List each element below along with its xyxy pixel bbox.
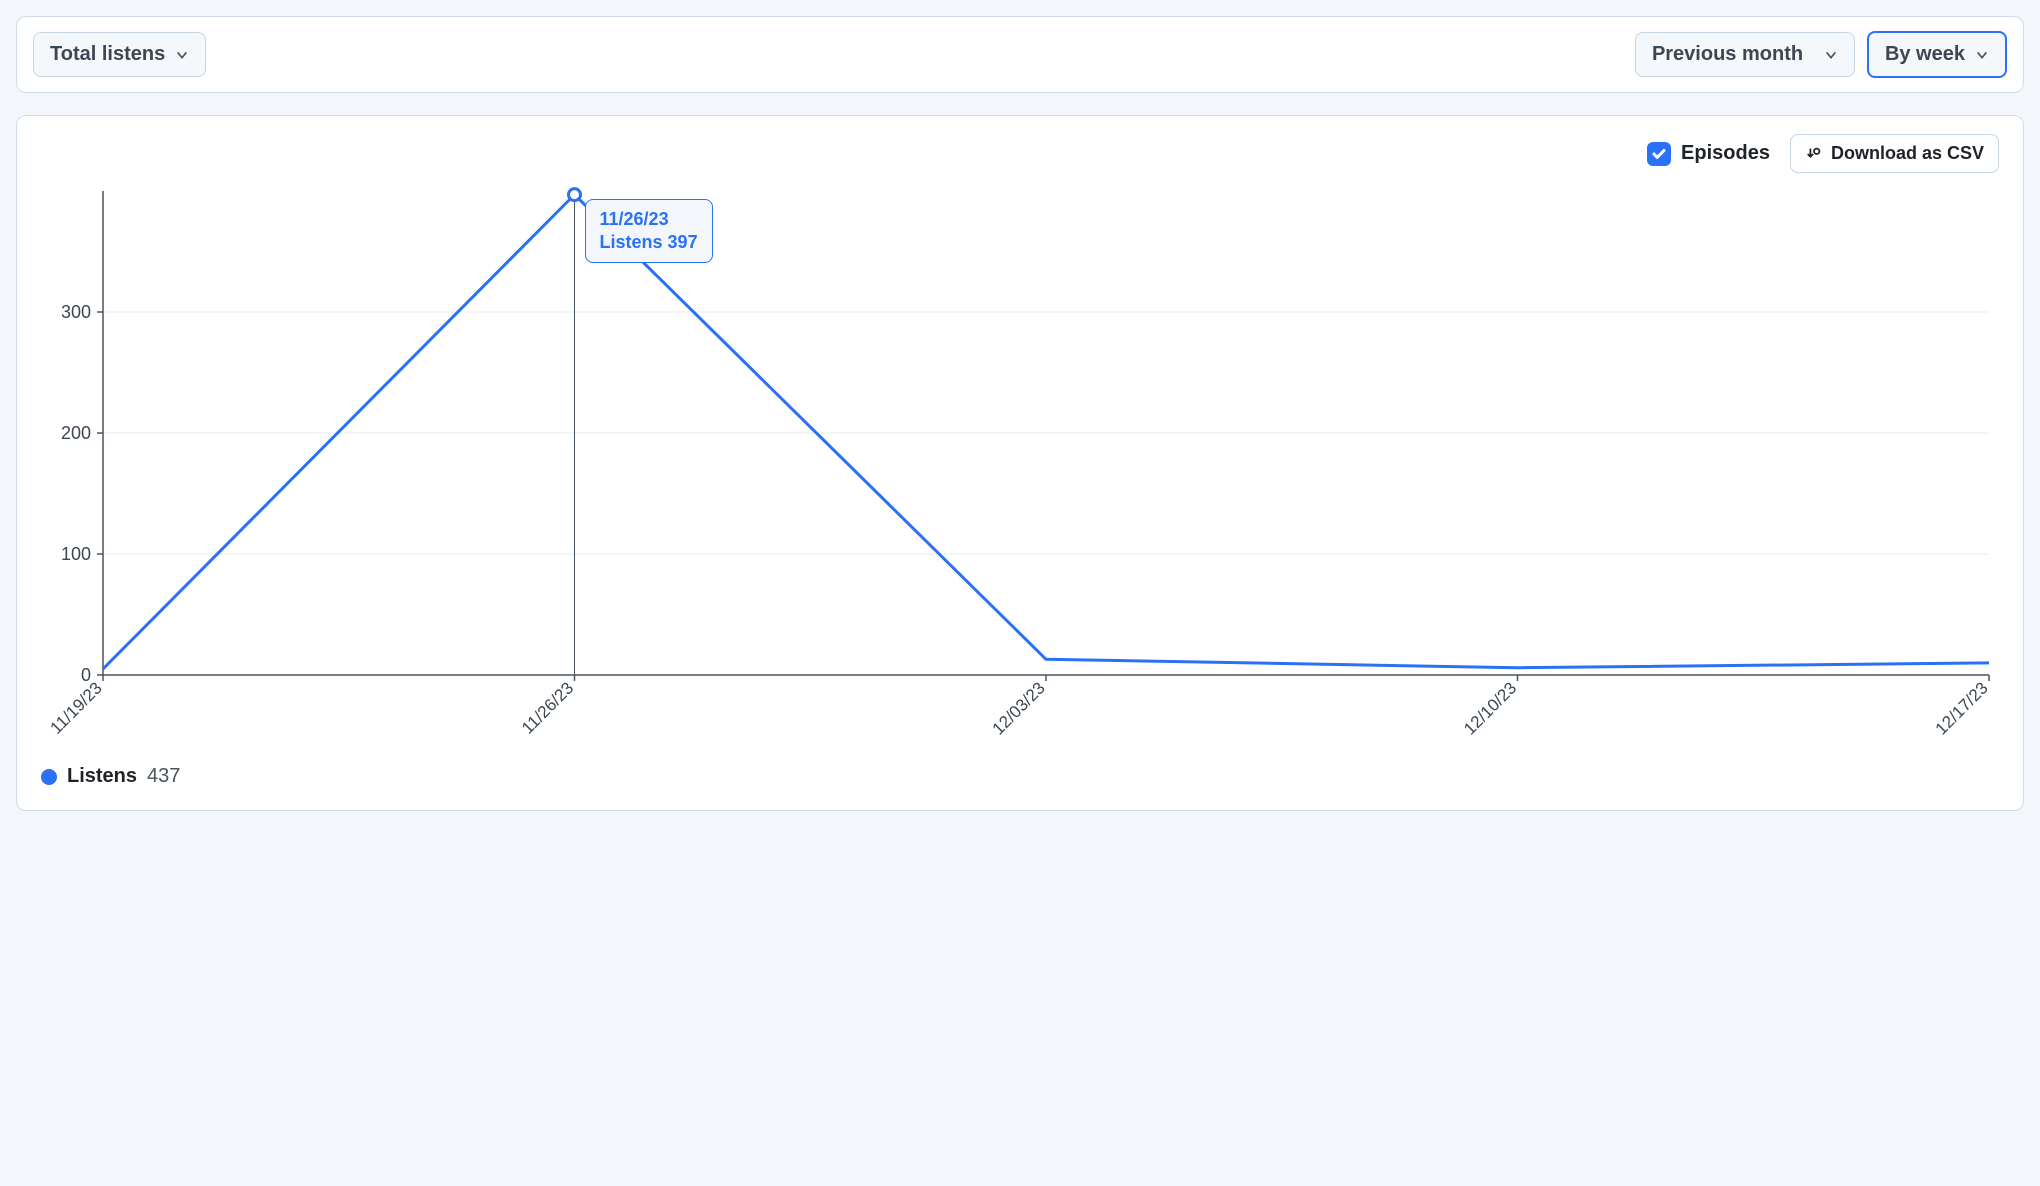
download-csv-button[interactable]: Download as CSV: [1790, 134, 1999, 173]
date-range-select[interactable]: Previous month: [1635, 32, 1855, 77]
date-range-label: Previous month: [1652, 43, 1803, 66]
metric-select-label: Total listens: [50, 43, 165, 66]
chevron-down-icon: [1975, 48, 1989, 62]
episodes-checkbox-label: Episodes: [1681, 142, 1770, 165]
svg-text:200: 200: [61, 423, 91, 443]
chart-plot-area[interactable]: 010020030011/19/2311/26/2312/03/2312/10/…: [41, 179, 1999, 747]
chevron-down-icon: [1824, 48, 1838, 62]
chart-card: Episodes Download as CSV 010020030011/19…: [16, 115, 2024, 811]
metric-select[interactable]: Total listens: [33, 32, 206, 77]
legend-total-value: 437: [147, 765, 180, 788]
checkbox-checked-icon: [1647, 142, 1671, 166]
svg-text:11/26/23: 11/26/23: [518, 678, 577, 737]
granularity-label: By week: [1885, 43, 1965, 66]
chevron-down-icon: [175, 48, 189, 62]
svg-text:11/19/23: 11/19/23: [46, 678, 105, 737]
svg-text:300: 300: [61, 302, 91, 322]
svg-text:12/03/23: 12/03/23: [989, 678, 1049, 738]
svg-text:12/10/23: 12/10/23: [1460, 678, 1520, 738]
line-chart-svg: 010020030011/19/2311/26/2312/03/2312/10/…: [41, 179, 1999, 747]
download-icon: [1805, 145, 1823, 163]
filter-toolbar: Total listens Previous month By week: [16, 16, 2024, 93]
download-csv-label: Download as CSV: [1831, 143, 1984, 164]
granularity-select[interactable]: By week: [1867, 31, 2007, 78]
chart-header: Episodes Download as CSV: [41, 134, 1999, 173]
chart-legend: Listens 437: [41, 765, 1999, 788]
episodes-checkbox[interactable]: Episodes: [1647, 142, 1770, 166]
legend-series-label: Listens: [67, 765, 137, 788]
legend-color-swatch: [41, 769, 57, 785]
svg-text:100: 100: [61, 544, 91, 564]
svg-text:12/17/23: 12/17/23: [1932, 678, 1992, 738]
